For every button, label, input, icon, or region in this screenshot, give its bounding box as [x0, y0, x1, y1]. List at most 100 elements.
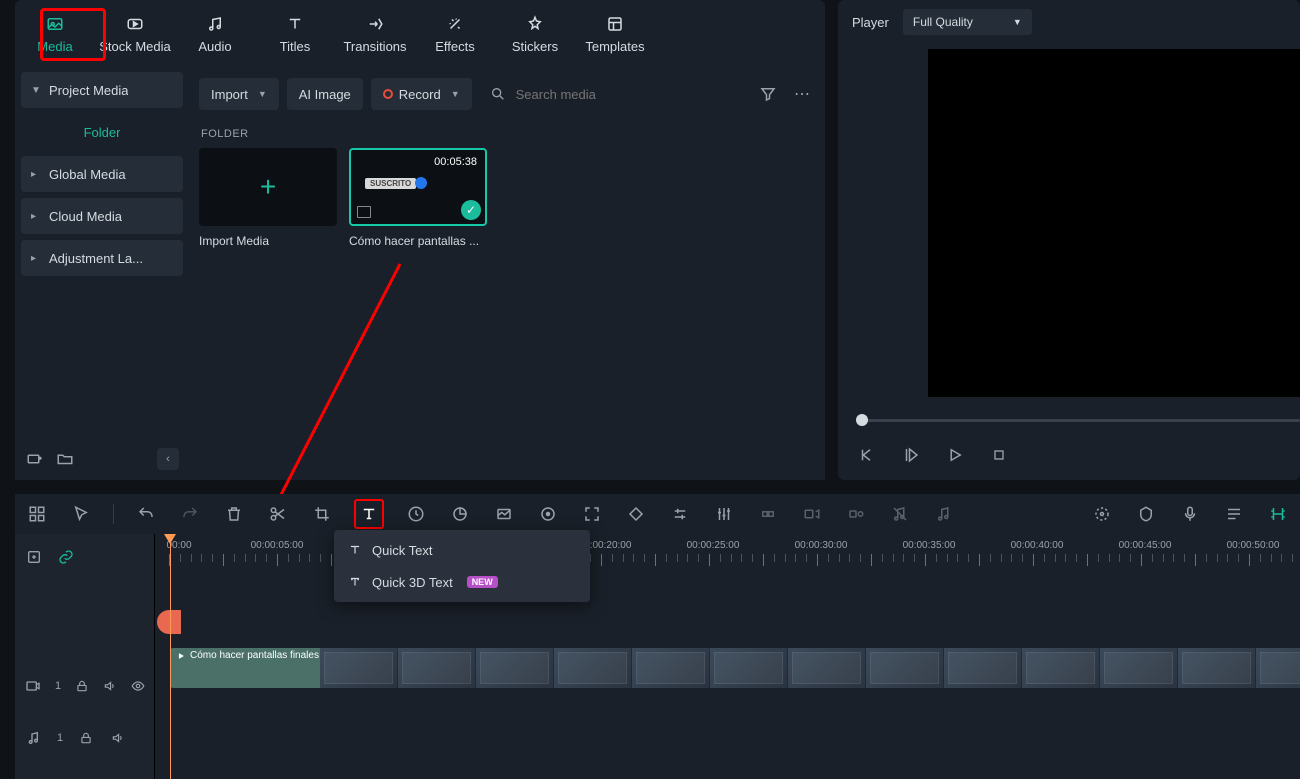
play-pause-button[interactable] [900, 444, 922, 466]
timeline-track-headers: 1 1 [15, 534, 155, 779]
video-track-icon[interactable] [25, 677, 41, 695]
ruler-mark-3: 00:00:25:00 [687, 540, 740, 551]
link-icon[interactable] [57, 548, 75, 566]
video-viewport[interactable] [928, 49, 1300, 397]
lock-icon[interactable] [75, 677, 89, 695]
audio-mixer-icon[interactable] [712, 502, 736, 526]
tool-cursor-icon[interactable] [69, 502, 93, 526]
player-quality-dropdown[interactable]: Full Quality ▼ [903, 9, 1032, 35]
more-icon[interactable]: ⋯ [789, 81, 815, 107]
import-media-tile[interactable]: + Import Media [199, 148, 337, 248]
tab-effects[interactable]: Effects [415, 1, 495, 65]
mask-icon[interactable] [492, 502, 516, 526]
text-tool-menu: Quick Text Quick 3D Text NEW [334, 530, 590, 602]
menu-quick-3d-label: Quick 3D Text [372, 575, 453, 590]
render-icon[interactable] [1266, 502, 1290, 526]
filter-icon[interactable] [755, 81, 781, 107]
ruler-mark-7: 00:00:45:00 [1119, 540, 1172, 551]
media-toolbar: Import ▼ AI Image Record ▼ ⋯ [199, 74, 815, 114]
eye-icon[interactable] [131, 677, 145, 695]
crop-icon[interactable] [310, 502, 334, 526]
delete-icon[interactable] [222, 502, 246, 526]
redo-icon[interactable] [178, 502, 202, 526]
split-icon[interactable] [266, 502, 290, 526]
menu-quick-text[interactable]: Quick Text [334, 534, 590, 566]
razor-handle[interactable] [157, 610, 181, 634]
undo-icon[interactable] [134, 502, 158, 526]
record-vo-icon[interactable] [844, 502, 868, 526]
stop-button[interactable] [988, 444, 1010, 466]
tab-audio-label: Audio [198, 39, 231, 54]
tab-stickers[interactable]: Stickers [495, 1, 575, 65]
timeline-ruler[interactable]: 00:00 00:00:05:00 00:00:20:00 00:00:25:0… [155, 534, 1300, 574]
sidebar-global-media[interactable]: ▸ Global Media [21, 156, 183, 192]
collapse-sidebar-button[interactable]: ‹ [157, 448, 179, 470]
import-button[interactable]: Import ▼ [199, 78, 279, 110]
chevron-right-icon: ▸ [31, 169, 41, 180]
add-track-icon[interactable] [25, 548, 43, 566]
import-label: Import [211, 87, 248, 102]
keyframe-tool-icon[interactable] [536, 502, 560, 526]
adjust-icon[interactable] [668, 502, 692, 526]
tab-templates[interactable]: Templates [575, 1, 655, 65]
mic-icon[interactable] [1178, 502, 1202, 526]
tool-select-grid-icon[interactable] [25, 502, 49, 526]
player-label: Player [852, 15, 889, 30]
sidebar-folder[interactable]: Folder [21, 114, 183, 150]
media-panel: Import ▼ AI Image Record ▼ ⋯ FOLDER + Im… [189, 66, 825, 480]
chevron-down-icon: ▼ [31, 85, 41, 96]
sidebar-project-media[interactable]: ▼ Project Media [21, 72, 183, 108]
ai-image-button[interactable]: AI Image [287, 78, 363, 110]
sidebar-cloud-media-label: Cloud Media [49, 209, 122, 224]
tab-audio[interactable]: Audio [175, 1, 255, 65]
mute-icon[interactable] [103, 677, 117, 695]
mute-icon[interactable] [109, 729, 127, 747]
fit-icon[interactable] [580, 502, 604, 526]
templates-icon [604, 13, 626, 35]
list-icon[interactable] [1222, 502, 1246, 526]
text-tool-icon[interactable] [354, 499, 384, 529]
speed-icon[interactable] [404, 502, 428, 526]
search-media[interactable] [480, 78, 747, 110]
timeline-clip-1[interactable]: Cómo hacer pantallas finales [170, 648, 1300, 688]
import-media-box[interactable]: + [199, 148, 337, 226]
ruler-mark-5: 00:00:35:00 [903, 540, 956, 551]
color-icon[interactable] [448, 502, 472, 526]
audio-track-icon[interactable] [25, 729, 43, 747]
group-icon[interactable] [756, 502, 780, 526]
marker-icon[interactable] [1134, 502, 1158, 526]
keyframe-diamond-icon[interactable] [624, 502, 648, 526]
timeline-toolbar [15, 494, 1300, 534]
timeline-clip-label: Cómo hacer pantallas finales [176, 650, 319, 661]
menu-quick-3d-text[interactable]: Quick 3D Text NEW [334, 566, 590, 598]
tab-stock-media[interactable]: Stock Media [95, 1, 175, 65]
player-scrubber[interactable] [856, 416, 1300, 424]
new-folder-icon[interactable] [25, 449, 45, 469]
scrub-handle[interactable] [856, 414, 868, 426]
audio-beat-icon[interactable] [932, 502, 956, 526]
sidebar-folder-label: Folder [84, 125, 121, 140]
sidebar-adjustment-layer[interactable]: ▸ Adjustment La... [21, 240, 183, 276]
search-input[interactable] [514, 86, 737, 103]
lock-icon[interactable] [77, 729, 95, 747]
media-clip-1-thumb[interactable]: 00:05:38 SUSCRITO ✓ [349, 148, 487, 226]
tab-stock-label: Stock Media [99, 39, 171, 54]
tab-transitions[interactable]: Transitions [335, 1, 415, 65]
timeline-clip-name: Cómo hacer pantallas finales [190, 650, 319, 661]
prev-frame-button[interactable] [856, 444, 878, 466]
folder-icon[interactable] [55, 449, 75, 469]
tab-titles[interactable]: Titles [255, 1, 335, 65]
detach-audio-icon[interactable] [800, 502, 824, 526]
video-track[interactable]: Cómo hacer pantallas finales [170, 648, 1300, 706]
media-clip-1[interactable]: 00:05:38 SUSCRITO ✓ Cómo hacer pantallas… [349, 148, 487, 248]
play-button[interactable] [944, 444, 966, 466]
stock-media-icon [124, 13, 146, 35]
sidebar-cloud-media[interactable]: ▸ Cloud Media [21, 198, 183, 234]
chevron-down-icon: ▼ [1013, 17, 1022, 27]
mark-in-icon[interactable] [1090, 502, 1114, 526]
playhead[interactable] [170, 534, 171, 779]
voiceover-icon[interactable] [888, 502, 912, 526]
tab-media[interactable]: Media [15, 1, 95, 65]
effects-icon [444, 13, 466, 35]
record-button[interactable]: Record ▼ [371, 78, 472, 110]
